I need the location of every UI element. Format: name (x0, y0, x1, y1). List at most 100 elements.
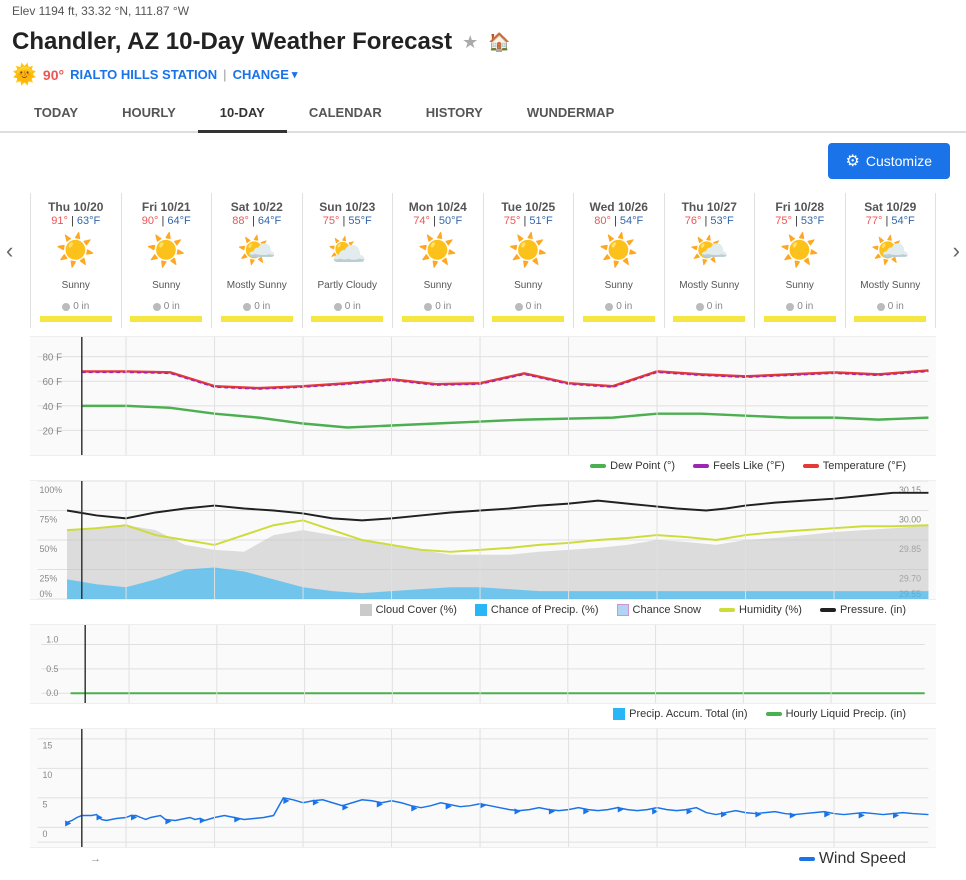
sun-icon: 🌞 (12, 62, 37, 87)
wind-chart: 15 10 5 0 ▶▶▶ ▶▶▶ ▶▶▶ ▶▶▶ ▶▶▶ ▶▶▶ ▶▶▶ ▶▶… (30, 728, 936, 848)
day-description: Sunny (574, 271, 664, 299)
svg-text:▶: ▶ (893, 811, 900, 820)
svg-text:▶: ▶ (824, 810, 831, 819)
day-label: Wed 10/26 (574, 197, 664, 215)
elevation-info: Elev 1194 ft, 33.32 °N, 111.87 °W (12, 4, 189, 18)
dew-point-line (82, 406, 929, 428)
high-temp: 91° (51, 215, 68, 227)
legend-humidity: Humidity (%) (719, 604, 802, 616)
high-temp: 75° (323, 215, 340, 227)
home-icon[interactable]: 🏠 (488, 32, 510, 53)
tab-hourly[interactable]: HOURLY (100, 95, 198, 131)
svg-text:▶: ▶ (313, 798, 320, 807)
pressure-color (820, 608, 836, 612)
day-description: Mostly Sunny (846, 271, 936, 299)
accum-chart: 1.0 0.5 0.0 (30, 624, 936, 704)
wind-speed-line (67, 798, 928, 823)
cloud-cover-color (360, 604, 372, 616)
svg-text:0.5: 0.5 (46, 664, 58, 674)
day-precip: 0 in (31, 299, 121, 314)
divider: | (223, 67, 226, 82)
precip-value: 0 in (616, 301, 632, 312)
precip-value: 0 in (797, 301, 813, 312)
tab----day[interactable]: 10-DAY (198, 95, 287, 133)
chance-snow-color (617, 604, 629, 616)
main-content: ⚙ Customize ‹ › Thu 10/20 91° | 63°F ☀️ … (0, 133, 966, 880)
precip-value: 0 in (435, 301, 451, 312)
accum-chart-section: 1.0 0.5 0.0 Precip. Accum. Total (in) (30, 624, 936, 724)
day-description: Sunny (122, 271, 212, 299)
legend-accum-total: Precip. Accum. Total (in) (613, 708, 747, 720)
low-temp: 54°F (620, 215, 643, 227)
arrow-direction-label: → (60, 851, 131, 867)
wind-chart-section: 15 10 5 0 ▶▶▶ ▶▶▶ ▶▶▶ ▶▶▶ ▶▶▶ ▶▶▶ ▶▶▶ ▶▶… (30, 728, 936, 870)
svg-text:0%: 0% (40, 589, 53, 599)
pressure-label: Pressure. (in) (840, 604, 906, 616)
snow-indicator (854, 316, 926, 322)
svg-text:15: 15 (42, 741, 52, 751)
precip-value: 0 in (73, 301, 89, 312)
day-precip: 0 in (212, 299, 302, 314)
high-temp: 90° (142, 215, 159, 227)
low-temp: 63°F (77, 215, 100, 227)
accum-total-label: Precip. Accum. Total (in) (629, 708, 747, 720)
temperature-chart: 80 F 60 F 40 F 20 F (30, 336, 936, 456)
precip-dot (515, 303, 523, 311)
precip-dot (62, 303, 70, 311)
precip-value: 0 in (888, 301, 904, 312)
day-label: Mon 10/24 (393, 197, 483, 215)
forecast-day[interactable]: Mon 10/24 74° | 50°F ☀️ Sunny 0 in (393, 193, 484, 328)
day-precip: 0 in (393, 299, 483, 314)
tab-wundermap[interactable]: WUNDERMAP (505, 95, 636, 131)
dew-point-color (590, 464, 606, 468)
svg-text:20 F: 20 F (42, 426, 62, 437)
prev-arrow[interactable]: ‹ (6, 238, 13, 264)
chance-precip-label: Chance of Precip. (%) (491, 604, 599, 616)
change-button[interactable]: CHANGE ▾ (233, 67, 298, 82)
day-label: Sat 10/22 (212, 197, 302, 215)
day-description: Sunny (31, 271, 121, 299)
hourly-liquid-color (766, 712, 782, 716)
forecast-day[interactable]: Fri 10/28 75° | 53°F ☀️ Sunny 0 in (755, 193, 846, 328)
svg-text:▶: ▶ (755, 810, 762, 819)
hourly-liquid-label: Hourly Liquid Precip. (in) (786, 708, 906, 720)
svg-text:▶: ▶ (234, 814, 241, 823)
forecast-day[interactable]: Sat 10/22 88° | 64°F 🌤️ Mostly Sunny 0 i… (212, 193, 303, 328)
station-name[interactable]: RIALTO HILLS STATION (70, 67, 217, 82)
forecast-day[interactable]: Wed 10/26 80° | 54°F ☀️ Sunny 0 in (574, 193, 665, 328)
chance-precip-color (475, 604, 487, 616)
high-temp: 88° (232, 215, 249, 227)
low-temp: 55°F (348, 215, 371, 227)
forecast-day[interactable]: Thu 10/27 76° | 53°F 🌤️ Mostly Sunny 0 i… (665, 193, 756, 328)
day-temps: 88° | 64°F (212, 215, 302, 227)
forecast-day[interactable]: Sat 10/29 77° | 54°F 🌤️ Mostly Sunny 0 i… (846, 193, 937, 328)
legend-temperature: Temperature (°F) (803, 460, 906, 472)
svg-text:0.0: 0.0 (46, 688, 58, 698)
svg-text:▶: ▶ (790, 811, 797, 820)
low-temp: 50°F (439, 215, 462, 227)
next-arrow[interactable]: › (953, 238, 960, 264)
day-precip: 0 in (755, 299, 845, 314)
forecast-day[interactable]: Thu 10/20 91° | 63°F ☀️ Sunny 0 in (31, 193, 122, 328)
forecast-day[interactable]: Sun 10/23 75° | 55°F ⛅ Partly Cloudy 0 i… (303, 193, 394, 328)
svg-text:▶: ▶ (652, 807, 659, 816)
legend-cloud-cover: Cloud Cover (%) (360, 604, 457, 616)
weather-icon: 🌤️ (665, 227, 755, 271)
customize-button[interactable]: ⚙ Customize (828, 143, 950, 179)
tab-calendar[interactable]: CALENDAR (287, 95, 404, 131)
day-label: Sat 10/29 (846, 197, 936, 215)
forecast-day[interactable]: Fri 10/21 90° | 64°F ☀️ Sunny 0 in (122, 193, 213, 328)
forecast-day[interactable]: Tue 10/25 75° | 51°F ☀️ Sunny 0 in (484, 193, 575, 328)
tab-history[interactable]: HISTORY (404, 95, 505, 131)
star-icon[interactable]: ★ (462, 32, 478, 53)
high-temp: 74° (413, 215, 430, 227)
day-temps: 75° | 51°F (484, 215, 574, 227)
tab-today[interactable]: TODAY (12, 95, 100, 131)
svg-text:▶: ▶ (65, 818, 72, 827)
low-temp: 51°F (529, 215, 552, 227)
svg-text:▶: ▶ (514, 807, 521, 816)
svg-text:10: 10 (42, 770, 52, 780)
page-title: Chandler, AZ 10-Day Weather Forecast (12, 28, 452, 56)
precip-dot (153, 303, 161, 311)
weather-icon: 🌤️ (846, 227, 936, 271)
